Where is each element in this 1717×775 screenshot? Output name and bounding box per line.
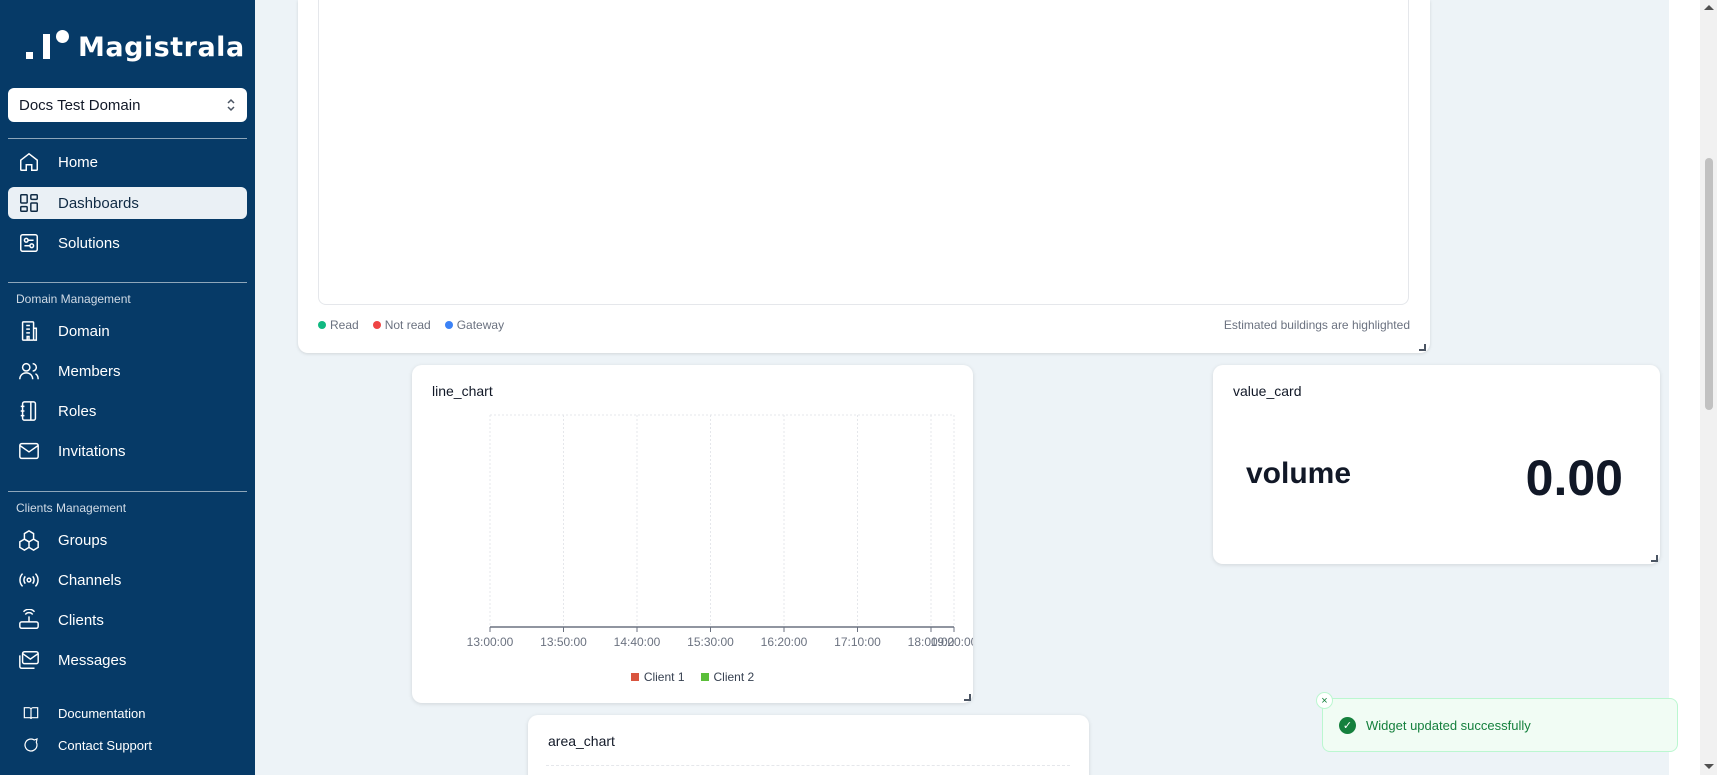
mail-icon: [18, 440, 40, 462]
scroll-up-arrow-icon[interactable]: [1704, 5, 1714, 10]
nav-home[interactable]: Home: [8, 146, 247, 178]
groups-icon: [18, 529, 40, 551]
app-logo[interactable]: Magistrala: [26, 28, 245, 66]
series-swatch: [700, 673, 709, 681]
map-note: Estimated buildings are highlighted: [1223, 318, 1410, 332]
domain-selector[interactable]: Docs Test Domain: [8, 88, 247, 122]
status-dot: [318, 321, 326, 329]
broadcast-icon: [18, 569, 40, 591]
nav-members[interactable]: Members: [8, 355, 247, 387]
content-edge: [1669, 0, 1700, 775]
nav-channels-label: Channels: [58, 571, 122, 589]
logo-mark: [26, 28, 72, 66]
resize-handle[interactable]: [964, 694, 971, 701]
legend-client-1[interactable]: Client 1: [630, 670, 685, 684]
nav-dashboards[interactable]: Dashboards: [8, 187, 247, 219]
nav-channels[interactable]: Channels: [8, 564, 247, 596]
sidebar: Magistrala Docs Test Domain Home Dashboa…: [0, 0, 255, 775]
scroll-down-arrow-icon[interactable]: [1704, 764, 1714, 769]
nav-dashboards-label: Dashboards: [58, 194, 139, 212]
nav-domain-label: Domain: [58, 322, 110, 340]
widget-title: area_chart: [548, 733, 615, 749]
users-icon: [18, 360, 40, 382]
x-tick-label: 16:20:00: [761, 635, 808, 649]
x-tick-label: 13:00:00: [467, 635, 514, 649]
sidebar-divider: [8, 282, 247, 283]
value-number: 0.00: [1525, 450, 1623, 506]
nav-contact-support[interactable]: Contact Support: [8, 731, 247, 759]
home-icon: [18, 151, 40, 173]
sidebar-divider: [8, 491, 247, 492]
nav-domain[interactable]: Domain: [8, 315, 247, 347]
x-tick-label: 19:20:00: [931, 635, 973, 649]
roles-icon: [18, 400, 40, 422]
widget-title: value_card: [1233, 383, 1302, 399]
resize-handle[interactable]: [1651, 555, 1658, 562]
line-chart-plot: 13:00:00 13:50:00 14:40:00 15:30:00 16:20:00…: [467, 414, 973, 649]
router-icon: [18, 609, 40, 631]
map-widget[interactable]: Read Not read Gateway Estimated building…: [298, 0, 1430, 353]
x-tick-label: 17:10:00: [834, 635, 881, 649]
legend-gateway-label: Gateway: [456, 318, 505, 332]
x-tick-label: 13:50:00: [540, 635, 587, 649]
legend-read: Read: [318, 318, 359, 332]
section-clients-management: Clients Management: [16, 501, 127, 515]
legend-client-2-label: Client 2: [713, 670, 755, 684]
status-dot: [372, 321, 381, 329]
nav-clients-label: Clients: [58, 611, 104, 629]
status-dot: [444, 321, 453, 329]
nav-solutions[interactable]: Solutions: [8, 227, 247, 259]
dashboard-icon: [18, 192, 40, 214]
check-circle-icon: ✓: [1339, 716, 1356, 734]
legend-read-label: Read: [330, 318, 359, 332]
scrollbar-thumb[interactable]: [1705, 158, 1713, 410]
series-swatch: [630, 673, 639, 681]
nav-messages[interactable]: Messages: [8, 644, 247, 676]
x-tick-label: 15:30:00: [687, 635, 734, 649]
x-tick-label: 14:40:00: [614, 635, 661, 649]
building-icon: [18, 320, 40, 342]
nav-clients[interactable]: Clients: [8, 604, 247, 636]
nav-members-label: Members: [58, 362, 121, 380]
legend-not-read: Not read: [372, 318, 431, 332]
legend-gateway: Gateway: [444, 318, 505, 332]
legend-client-2[interactable]: Client 2: [700, 670, 755, 684]
nav-invitations[interactable]: Invitations: [8, 435, 247, 467]
map-canvas[interactable]: [318, 0, 1409, 305]
chart-gridline: [546, 765, 1070, 766]
chevron-up-down-icon: [226, 98, 236, 113]
chart-legend: Client 1 Client 2: [412, 670, 973, 684]
nav-roles-label: Roles: [58, 402, 97, 420]
nav-messages-label: Messages: [58, 651, 127, 669]
value-label: volume: [1246, 457, 1352, 490]
close-icon[interactable]: ×: [1316, 692, 1333, 709]
book-icon: [22, 704, 40, 722]
value-card-widget[interactable]: value_card volume 0.00: [1213, 365, 1660, 564]
solutions-icon: [18, 232, 40, 254]
app-name: Magistrala: [78, 31, 245, 63]
nav-solutions-label: Solutions: [58, 234, 120, 252]
nav-home-label: Home: [58, 153, 99, 171]
domain-selector-value: Docs Test Domain: [19, 96, 141, 114]
toast-message: Widget updated successfully: [1366, 717, 1531, 733]
nav-groups[interactable]: Groups: [8, 524, 247, 556]
map-legend: Read Not read Gateway: [318, 318, 504, 332]
legend-not-read-label: Not read: [384, 318, 431, 332]
nav-documentation[interactable]: Documentation: [8, 699, 247, 727]
nav-groups-label: Groups: [58, 531, 108, 549]
line-chart-widget[interactable]: line_chart 13:00:00 13:50:00 14:40:00 15:30…: [412, 365, 973, 703]
nav-contact-support-label: Contact Support: [58, 737, 152, 753]
legend-client-1-label: Client 1: [643, 670, 685, 684]
nav-roles[interactable]: Roles: [8, 395, 247, 427]
section-domain-management: Domain Management: [16, 292, 131, 306]
sidebar-divider: [8, 138, 247, 139]
area-chart-widget[interactable]: area_chart: [528, 715, 1089, 775]
resize-handle[interactable]: [1419, 344, 1426, 351]
success-toast: × ✓ Widget updated successfully: [1316, 692, 1678, 752]
chat-icon: [22, 736, 40, 754]
messages-icon: [18, 649, 40, 671]
nav-invitations-label: Invitations: [58, 442, 126, 460]
nav-documentation-label: Documentation: [58, 705, 146, 721]
